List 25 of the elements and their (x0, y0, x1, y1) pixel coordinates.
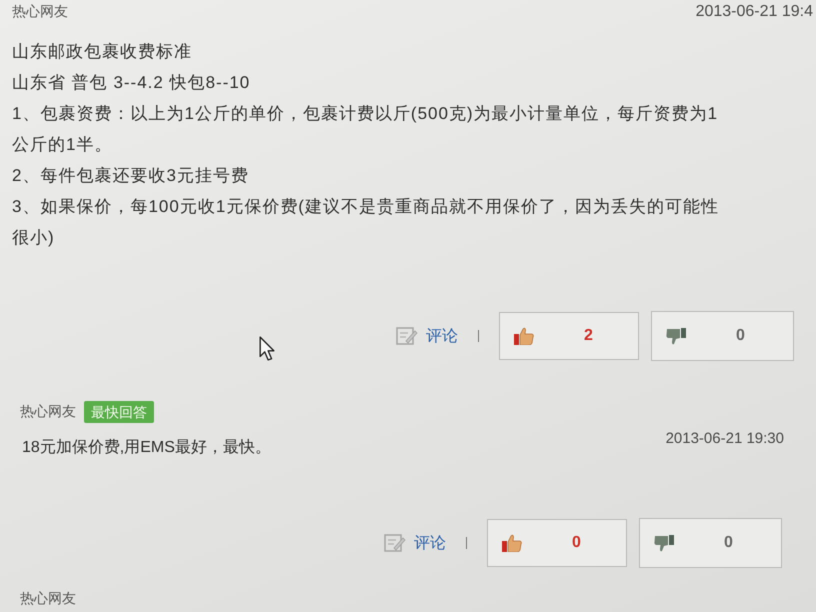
answer-paragraph: 18元加保价费,用EMS最好，最快。 (21, 438, 272, 458)
comment-link[interactable]: 评论 (414, 532, 446, 554)
dislike-button[interactable]: 0 (639, 518, 782, 568)
thumb-up-icon (502, 534, 522, 552)
answer-time: 2013-06-21 19:4 (696, 3, 813, 21)
like-button[interactable]: 2 (499, 312, 639, 360)
author-name: 热心网友 (20, 403, 76, 421)
answer-paragraph: 山东邮政包裹收费标准 (12, 41, 193, 63)
author-name: 热心网友 (12, 3, 68, 21)
answer-paragraph: 2、每件包裹还要收3元挂号费 (12, 165, 250, 187)
mouse-pointer-icon (259, 336, 275, 361)
thumb-down-icon (654, 534, 674, 552)
comment-icon[interactable] (396, 326, 418, 346)
thumb-down-icon (666, 327, 686, 345)
answer-paragraph: 1、包裹资费：以上为1公斤的单价，包裹计费以斤(500克)为最小计量单位，每斤资费为1公斤的1半。 (12, 103, 720, 156)
answer-paragraph: 3、如果保价，每100元收1元保价费(建议不是贵重商品就不用保价了，因为丢失的可能性很小) (12, 196, 720, 249)
thumb-up-icon (514, 327, 534, 345)
dislike-button[interactable]: 0 (651, 311, 794, 361)
answer-time: 2013-06-21 19:30 (666, 430, 784, 447)
fastest-answer-badge: 最快回答 (84, 401, 154, 423)
comment-link[interactable]: 评论 (426, 326, 458, 346)
comment-icon[interactable] (384, 533, 406, 553)
answer-paragraph: 山东省 普包 3--4.2 快包8--10 (12, 72, 252, 94)
author-name: 热心网友 (20, 590, 76, 608)
like-button[interactable]: 0 (487, 519, 627, 567)
